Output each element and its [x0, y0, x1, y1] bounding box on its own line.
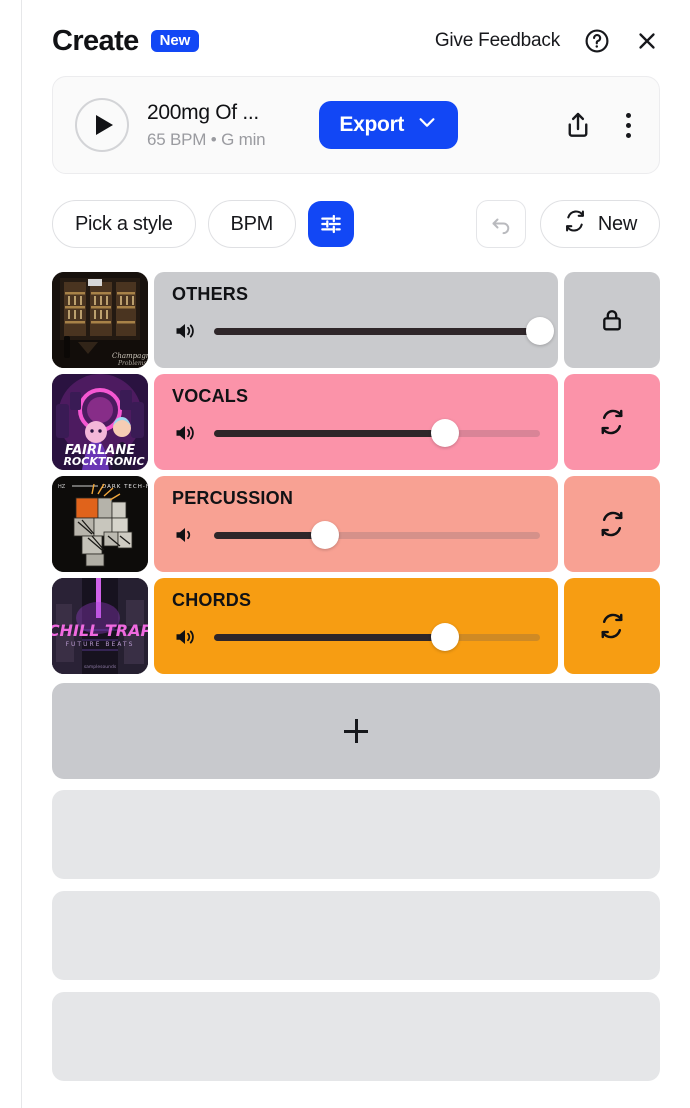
create-panel: Create New Give Feedback 200mg Of ... 65… [0, 0, 690, 1108]
speaker-icon[interactable] [172, 421, 198, 445]
volume-slider[interactable] [214, 521, 540, 549]
page-title: Create [52, 24, 139, 57]
svg-text:HZ: HZ [58, 484, 66, 490]
new-generate-label: New [597, 212, 637, 235]
plus-icon [344, 719, 368, 743]
track-title: 200mg Of ... [147, 101, 259, 125]
volume-slider-fill [214, 327, 540, 335]
stem-row: Champagne Problems OTHERS [52, 272, 660, 368]
bpm-button[interactable]: BPM [207, 200, 296, 248]
bpm-label: BPM [230, 212, 274, 235]
track-meta: 200mg Of ... 65 BPM • G min [147, 100, 266, 149]
help-circle-icon[interactable] [584, 28, 610, 54]
stem-panel: CHORDS [154, 578, 558, 674]
toolbar-right-group: New [475, 200, 660, 248]
player-card: 200mg Of ... 65 BPM • G min Export [52, 76, 660, 174]
volume-control [172, 623, 540, 651]
speaker-icon[interactable] [172, 625, 198, 649]
volume-control [172, 521, 540, 549]
refresh-icon[interactable] [564, 476, 660, 572]
stem-name: PERCUSSION [172, 488, 294, 508]
svg-text:samplesounds: samplesounds [84, 664, 117, 670]
speaker-icon[interactable] [172, 523, 198, 547]
refresh-icon [563, 209, 587, 239]
stem-row: CHILL TRAP FUTURE BEATS samplesounds CHO… [52, 578, 660, 674]
refresh-icon[interactable] [564, 578, 660, 674]
stem-name: CHORDS [172, 590, 252, 610]
dark-tech-house-artwork[interactable]: HZ DARK TECH-HOUSE [52, 476, 148, 572]
share-icon[interactable] [561, 108, 595, 142]
svg-text:ROCKTRONIC: ROCKTRONIC [63, 455, 144, 468]
volume-control [172, 317, 554, 345]
play-triangle [95, 115, 113, 135]
stem-panel: VOCALS [154, 374, 558, 470]
undo-arrow-icon[interactable] [475, 200, 526, 248]
svg-text:FUTURE BEATS: FUTURE BEATS [66, 641, 135, 648]
play-icon[interactable] [75, 98, 129, 152]
volume-slider[interactable] [214, 623, 540, 651]
new-generate-button[interactable]: New [539, 200, 660, 248]
header-actions: Give Feedback [435, 28, 660, 54]
lock-icon[interactable] [564, 272, 660, 368]
stem-row: FAIRLANE ROCKTRONIC VOCALS [52, 374, 660, 470]
stem-list: Champagne Problems OTHERS [52, 272, 660, 680]
panel-left-divider [21, 0, 22, 1108]
volume-slider-thumb[interactable] [526, 317, 554, 345]
stem-panel: OTHERS [154, 272, 558, 368]
volume-slider-fill [214, 633, 446, 641]
export-button-label: Export [339, 113, 405, 136]
champagne-problems-artwork[interactable]: Champagne Problems [52, 272, 148, 368]
chevron-down-icon [416, 111, 438, 139]
close-icon[interactable] [634, 28, 660, 54]
panel-header: Create New Give Feedback [52, 20, 660, 62]
creation-toolbar: Pick a style BPM New [52, 200, 660, 248]
volume-slider-fill [214, 429, 446, 437]
volume-slider-thumb[interactable] [431, 623, 460, 651]
volume-slider-thumb[interactable] [431, 419, 460, 447]
export-button[interactable]: Export [319, 101, 459, 149]
stem-panel: PERCUSSION [154, 476, 558, 572]
svg-text:Problems: Problems [117, 360, 147, 367]
volume-slider[interactable] [214, 419, 540, 447]
volume-control [172, 419, 540, 447]
stem-name: VOCALS [172, 386, 249, 406]
speaker-icon[interactable] [172, 319, 198, 343]
empty-track-slot[interactable] [52, 891, 660, 980]
fairlane-rocktronic-artwork[interactable]: FAIRLANE ROCKTRONIC [52, 374, 148, 470]
svg-text:CHILL TRAP: CHILL TRAP [52, 621, 148, 640]
volume-slider[interactable] [214, 317, 554, 345]
track-subtitle: 65 BPM • G min [147, 129, 266, 149]
stem-row: HZ DARK TECH-HOUSE [52, 476, 660, 572]
volume-slider-fill [214, 531, 325, 539]
svg-text:Champagne: Champagne [112, 352, 148, 360]
add-track-row[interactable] [52, 683, 660, 779]
sliders-icon[interactable] [308, 201, 354, 247]
new-badge: New [150, 30, 200, 52]
give-feedback-link[interactable]: Give Feedback [435, 30, 560, 52]
empty-track-slot[interactable] [52, 790, 660, 879]
more-vertical-icon[interactable] [615, 108, 641, 142]
pick-a-style-button[interactable]: Pick a style [52, 200, 196, 248]
stem-name: OTHERS [172, 284, 249, 304]
svg-text:DARK TECH-HOUSE: DARK TECH-HOUSE [102, 484, 148, 490]
volume-slider-thumb[interactable] [310, 521, 339, 549]
chill-trap-artwork[interactable]: CHILL TRAP FUTURE BEATS samplesounds [52, 578, 148, 674]
refresh-icon[interactable] [564, 374, 660, 470]
pick-a-style-label: Pick a style [75, 212, 173, 235]
empty-track-slot[interactable] [52, 992, 660, 1081]
